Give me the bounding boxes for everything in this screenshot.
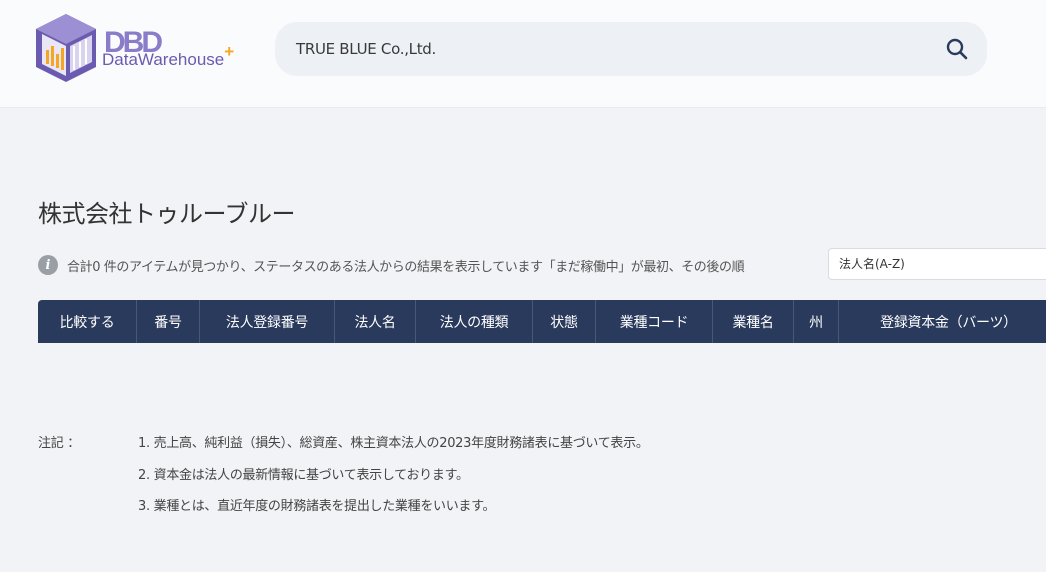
column-industry-code[interactable]: 業種コード (596, 300, 713, 343)
column-company-type[interactable]: 法人の種類 (416, 300, 533, 343)
sort-dropdown[interactable]: 法人名(A-Z) (828, 248, 1046, 280)
column-company-name[interactable]: 法人名 (335, 300, 416, 343)
search-input[interactable]: TRUE BLUE Co.,Ltd. (296, 40, 945, 58)
dbd-datawarehouse-logo[interactable]: DBD DataWarehouse+ (36, 12, 246, 86)
note-item: 2. 資本金は法人の最新情報に基づいて表示しております。 (138, 468, 469, 483)
column-compare[interactable]: 比較する (38, 300, 137, 343)
column-province[interactable]: 州 (794, 300, 839, 343)
search-icon[interactable] (945, 37, 969, 61)
note-item: 3. 業種とは、直近年度の財務諸表を提出した業種をいいます。 (138, 499, 496, 514)
logo-wordmark: DataWarehouse+ (102, 42, 234, 70)
logo-data-text: Data (102, 50, 138, 69)
result-count-text: 合計0 件のアイテムが見つかり、ステータスのある法人からの結果を表示しています「… (67, 259, 745, 275)
column-status[interactable]: 状態 (533, 300, 596, 343)
results-table-header: 比較する 番号 法人登録番号 法人名 法人の種類 状態 業種コード 業種名 州 … (38, 300, 1046, 343)
column-industry-name[interactable]: 業種名 (713, 300, 794, 343)
info-icon: i (38, 255, 58, 275)
column-number[interactable]: 番号 (137, 300, 200, 343)
page-title: 株式会社トゥルーブルー (38, 200, 296, 228)
logo-plus: + (224, 42, 235, 61)
column-registered-capital[interactable]: 登録資本金（バーツ） (839, 300, 1046, 343)
notes-label: 注記 ： (38, 436, 80, 451)
logo-warehouse-text: Warehouse (137, 50, 225, 69)
result-summary: i 合計0 件のアイテムが見つかり、ステータスのある法人からの結果を表示していま… (38, 253, 745, 277)
column-registration-number[interactable]: 法人登録番号 (200, 300, 335, 343)
search-bar[interactable]: TRUE BLUE Co.,Ltd. (275, 22, 987, 76)
note-item: 1. 売上高、純利益（損失）、総資産、株主資本法人の2023年度財務諸表に基づい… (138, 436, 649, 451)
top-header: DBD DataWarehouse+ TRUE BLUE Co.,Ltd. (0, 0, 1046, 108)
